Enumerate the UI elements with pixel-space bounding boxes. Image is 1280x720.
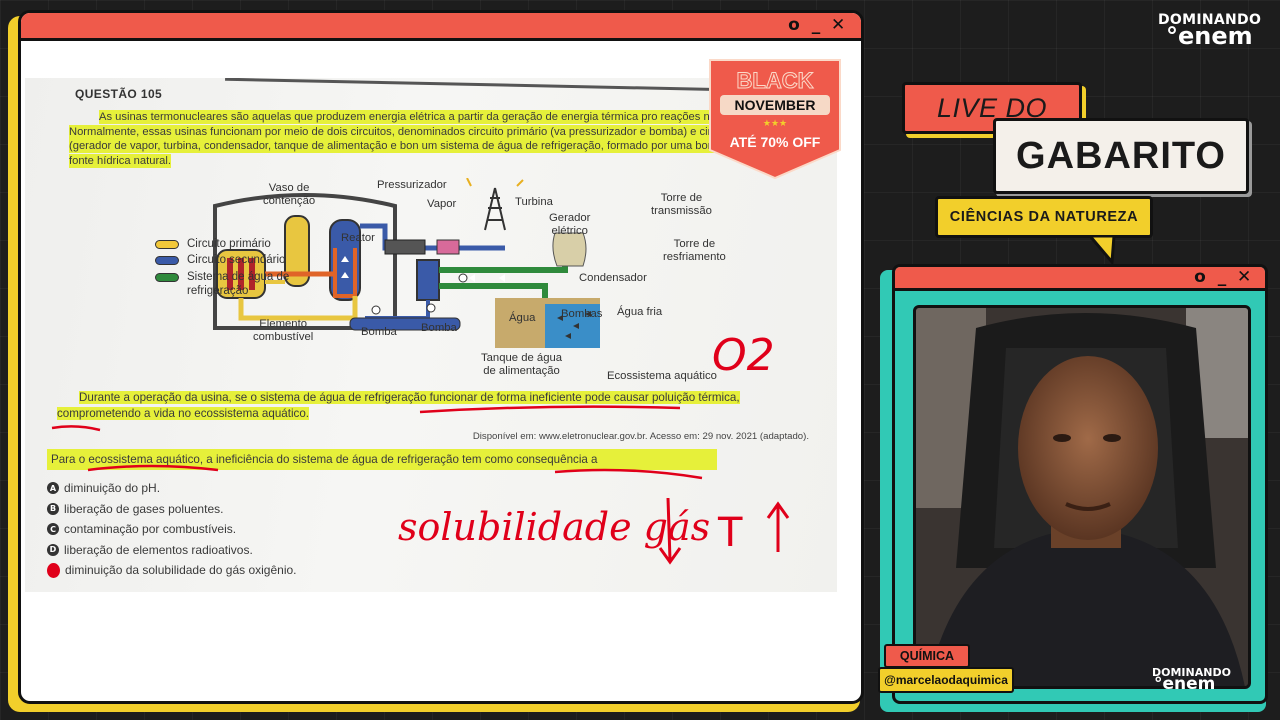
underline-ecossistema	[87, 464, 219, 472]
cam-minimize-icon[interactable]: _	[1215, 267, 1229, 287]
underline-consequencia	[554, 468, 703, 480]
webcam-window: o _ ✕	[892, 264, 1268, 704]
speech-tail-icon	[1090, 236, 1116, 264]
annotation-temp: T	[717, 510, 743, 556]
cam-logo-enem: °enem	[1154, 674, 1216, 694]
promo-black: BLACK	[736, 68, 814, 94]
annotation-o2: O2	[712, 330, 775, 381]
promo-november: NOVEMBER	[720, 95, 830, 115]
underline-refrigeracao	[419, 405, 681, 414]
subject-badge: CIÊNCIAS DA NATUREZA	[935, 196, 1153, 238]
promo-offer: ATÉ 70% OFF	[729, 134, 821, 150]
arrow-up-icon	[766, 501, 790, 552]
gabarito-label: GABARITO	[1016, 134, 1226, 177]
subject-tag: QUÍMICA	[884, 644, 970, 668]
subject-label: CIÊNCIAS DA NATUREZA	[949, 209, 1139, 225]
cam-titlebar: o _ ✕	[895, 267, 1265, 291]
underline-termica	[51, 425, 101, 432]
username-tag: @marcelaodaquimica	[878, 667, 1014, 693]
presenter-image	[916, 308, 1248, 686]
cam-close-icon[interactable]: ✕	[1237, 267, 1251, 287]
gabarito-badge: GABARITO	[993, 118, 1249, 194]
promo-stars: ★★★	[762, 118, 788, 128]
logo-enem: °enem	[1166, 22, 1253, 50]
annotation-solubilidade: solubilidade gás	[398, 505, 710, 549]
black-november-promo[interactable]: BLACK NOVEMBER ★★★ ATÉ 70% OFF	[706, 58, 844, 180]
webcam-feed	[913, 305, 1251, 689]
cam-restore-icon[interactable]: o	[1193, 267, 1207, 287]
